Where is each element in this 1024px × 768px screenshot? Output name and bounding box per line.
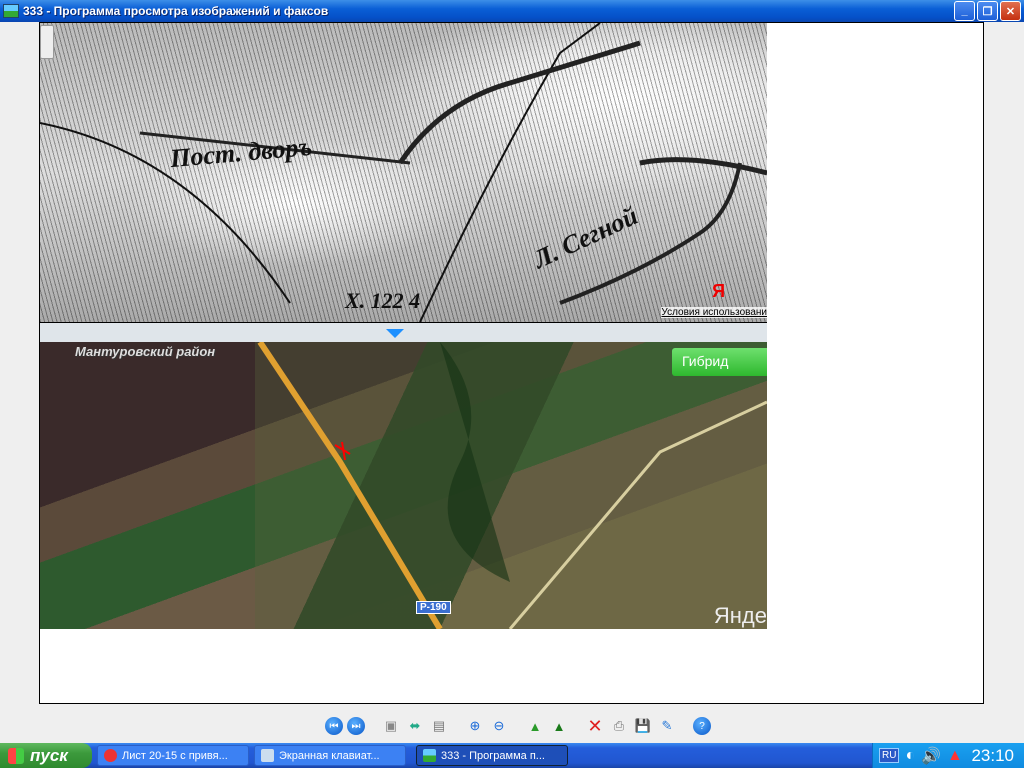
windows-logo-icon: [8, 747, 24, 764]
map-zoom-control[interactable]: [40, 25, 54, 59]
rotate-clockwise-icon[interactable]: ▲: [525, 716, 545, 736]
system-tray: RU ◐ 🔊 ▲ 23:10: [872, 743, 1024, 768]
maximize-button[interactable]: ❐: [977, 1, 998, 21]
taskbar-item[interactable]: Экранная клавиат...: [254, 745, 406, 766]
road-label: Р-190: [416, 601, 451, 614]
image-viewer-icon: [423, 749, 436, 762]
clock[interactable]: 23:10: [971, 746, 1014, 766]
old-topographic-map: Пост. дворъ Л. Сегной Х. 122 4 Я Условия…: [40, 23, 767, 322]
delete-icon[interactable]: ✕: [585, 716, 605, 736]
hybrid-layer-button[interactable]: Гибрид: [672, 348, 767, 376]
task-label: Экранная клавиат...: [279, 749, 380, 762]
keyboard-icon: [261, 749, 274, 762]
window-title: 333 - Программа просмотра изображений и …: [23, 4, 329, 18]
viewer-toolbar: ⏮ ⏭ ▣ ⬌ ▤ ⊕ ⊖ ▲ ▲ ✕ ⎙ 💾 ✎ ?: [325, 714, 715, 738]
minimize-button[interactable]: _: [954, 1, 975, 21]
task-label: Лист 20-15 с привя...: [122, 749, 228, 762]
app-icon: [3, 4, 19, 18]
previous-image-icon[interactable]: ⏮: [325, 717, 343, 735]
save-icon[interactable]: 💾: [633, 716, 653, 736]
actual-size-icon[interactable]: ⬌: [405, 716, 425, 736]
yandex-browser-icon: [104, 749, 117, 762]
title-bar: 333 - Программа просмотра изображений и …: [0, 0, 1024, 22]
satellite-roads: [255, 342, 767, 629]
slideshow-icon[interactable]: ▤: [429, 716, 449, 736]
map-label: Х. 122 4: [345, 288, 421, 313]
close-button[interactable]: ✕: [1000, 1, 1021, 21]
start-button[interactable]: пуск: [0, 743, 92, 768]
collapse-arrow-icon[interactable]: [386, 329, 404, 338]
taskbar-item[interactable]: Лист 20-15 с привя...: [97, 745, 249, 766]
map-divider[interactable]: [40, 322, 767, 342]
zoom-out-icon[interactable]: ⊖: [489, 716, 509, 736]
district-label: Мантуровский район: [75, 344, 216, 359]
yandex-watermark: Янде: [713, 603, 767, 628]
help-icon[interactable]: ?: [693, 717, 711, 735]
terms-of-use-link[interactable]: Условия использовани: [661, 307, 767, 318]
image-viewport[interactable]: Пост. дворъ Л. Сегной Х. 122 4 Я Условия…: [39, 22, 984, 704]
rotate-counterclockwise-icon[interactable]: ▲: [549, 716, 569, 736]
network-icon[interactable]: ◐: [905, 747, 915, 765]
taskbar-item[interactable]: 333 - Программа п...: [416, 745, 568, 766]
next-image-icon[interactable]: ⏭: [347, 717, 365, 735]
language-indicator[interactable]: RU: [879, 748, 900, 763]
map-lines: [40, 23, 767, 322]
task-label: 333 - Программа п...: [441, 749, 545, 762]
start-label: пуск: [30, 745, 68, 765]
print-icon[interactable]: ⎙: [609, 716, 629, 736]
edit-icon[interactable]: ✎: [657, 716, 677, 736]
zoom-in-icon[interactable]: ⊕: [465, 716, 485, 736]
satellite-map: Мантуровский район Гибрид Р-190 Янде: [40, 342, 767, 629]
taskbar: пуск Лист 20-15 с привя... Экранная клав…: [0, 743, 1024, 768]
volume-icon[interactable]: 🔊: [921, 746, 941, 766]
warning-icon[interactable]: ▲: [947, 747, 963, 765]
yandex-logo: Я: [712, 281, 725, 301]
best-fit-icon[interactable]: ▣: [381, 716, 401, 736]
